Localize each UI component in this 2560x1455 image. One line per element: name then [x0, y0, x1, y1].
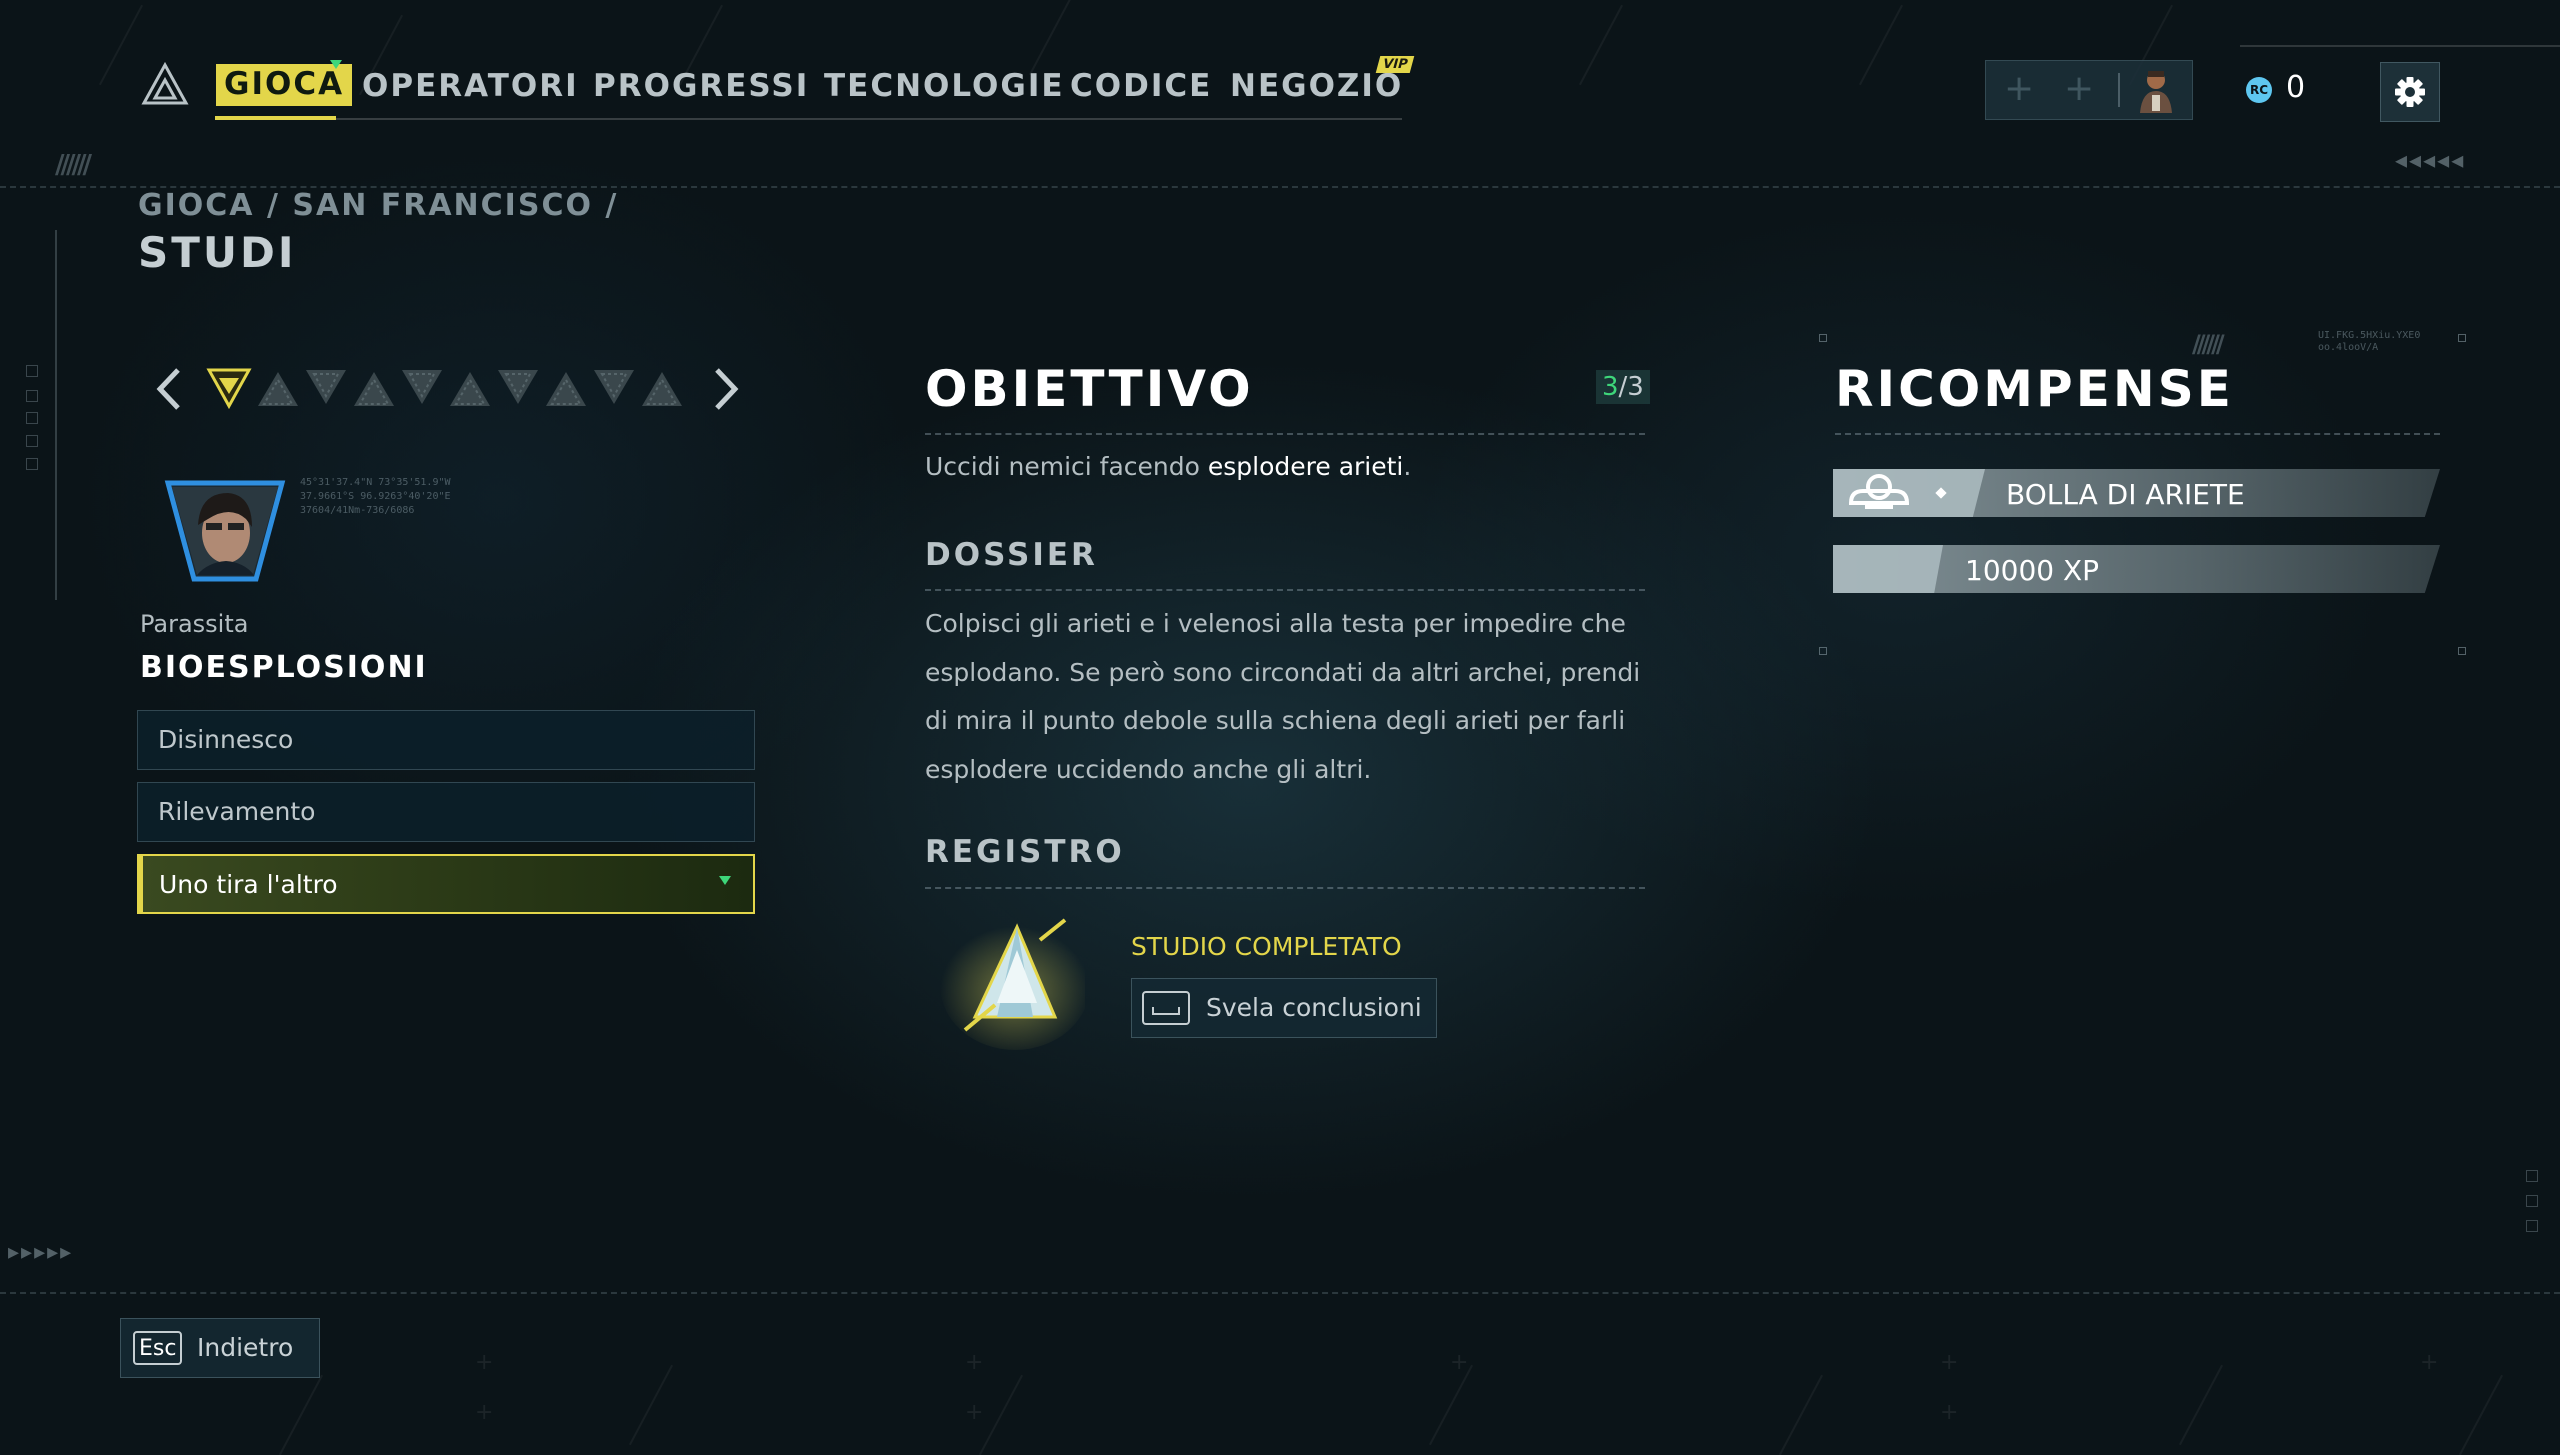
bubble-icon [1843, 473, 1913, 517]
nav-tab-tecnologie[interactable]: TECNOLOGIE [824, 68, 1065, 104]
party-divider [2118, 73, 2120, 107]
study-item-label: Disinnesco [158, 725, 294, 754]
back-label: Indietro [197, 1333, 294, 1362]
nav-tab-codice[interactable]: CODICE [1070, 68, 1212, 104]
study-selector-icon[interactable] [638, 366, 686, 410]
reward-item-bubble[interactable]: BOLLA DI ARIETE [1833, 469, 2440, 517]
chevron-down-icon [719, 876, 731, 885]
back-button[interactable]: Esc Indietro [120, 1318, 320, 1378]
nav-tab-negozio[interactable]: NEGOZIO [1230, 68, 1403, 104]
decor-square [2526, 1170, 2538, 1182]
vip-badge: VIP [1375, 56, 1415, 73]
study-selector-icon[interactable] [398, 366, 446, 410]
study-selector-icon[interactable] [494, 366, 542, 410]
currency-icon: RC [2246, 77, 2272, 103]
decor-square [26, 435, 38, 447]
study-selector-icon[interactable] [542, 366, 590, 410]
party-panel[interactable]: + + [1985, 60, 2193, 120]
reveal-conclusions-label: Svela conclusioni [1206, 993, 1422, 1022]
empty-party-slot-icon[interactable]: + [2064, 71, 2094, 107]
crystal-icon [925, 905, 1090, 1055]
study-selector-icon[interactable] [254, 366, 302, 410]
new-indicator-icon [330, 60, 342, 69]
reward-icon-slot [1833, 545, 1943, 593]
decor-square [26, 412, 38, 424]
objective-title: OBIETTIVO [925, 360, 1254, 418]
top-decor-line [2240, 45, 2560, 47]
study-selector-icon[interactable] [446, 366, 494, 410]
study-item-label: Rilevamento [158, 797, 316, 826]
divider [925, 433, 1645, 435]
decor-square [2526, 1195, 2538, 1207]
decor-square [26, 390, 38, 402]
study-item-uno-tira-laltro[interactable]: Uno tira l'altro [137, 854, 755, 914]
selected-flag [137, 854, 143, 914]
registro-title: REGISTRO [925, 834, 1125, 870]
decor-square [2526, 1220, 2538, 1232]
game-logo-icon[interactable] [140, 60, 190, 110]
study-category: Parassita [140, 610, 249, 638]
corner-decor [2458, 334, 2466, 342]
divider [925, 887, 1645, 889]
arrows-decor-left: ▸▸▸▸▸ [8, 1240, 74, 1265]
esc-key-icon: Esc [133, 1331, 183, 1365]
corner-decor [1819, 647, 1827, 655]
currency-amount: 0 [2286, 70, 2306, 105]
nav-active-indicator [215, 116, 336, 120]
hatch-decor: ////// [2192, 330, 2225, 358]
nav-underline [215, 118, 1402, 120]
hatch-decor: ////// [55, 150, 92, 180]
study-item-rilevamento[interactable]: Rilevamento [137, 782, 755, 842]
corner-decor [2458, 647, 2466, 655]
study-item-label: Uno tira l'altro [159, 870, 338, 899]
player-avatar[interactable] [2126, 65, 2186, 115]
study-selector-icon[interactable] [590, 366, 638, 410]
reward-item-xp[interactable]: 10000 XP [1833, 545, 2440, 593]
nav-tab-gioca[interactable]: GIOCA [216, 64, 353, 106]
divider [925, 589, 1645, 591]
nav-tab-operatori[interactable]: OPERATORI [362, 68, 579, 104]
gear-icon [2395, 77, 2425, 107]
reveal-conclusions-button[interactable]: Svela conclusioni [1131, 978, 1437, 1038]
dossier-title: DOSSIER [925, 537, 1098, 573]
divider [1835, 433, 2440, 435]
study-selector-active-icon[interactable] [205, 366, 253, 410]
code-decor: UI.FKG.5HXiu.YXE0 oo.4looV/A [2318, 330, 2421, 353]
rewards-title: RICOMPENSE [1835, 360, 2234, 418]
arrows-decor-right: ◂◂◂◂◂ [2395, 146, 2466, 174]
study-group-title: BIOESPLOSIONI [140, 650, 428, 685]
breadcrumb: GIOCA / SAN FRANCISCO / [138, 188, 619, 223]
nav-tab-progressi[interactable]: PROGRESSI [593, 68, 809, 104]
reward-label: 10000 XP [1965, 554, 2100, 587]
study-selector-icon[interactable] [350, 366, 398, 410]
side-decor-line [55, 230, 57, 600]
reward-label: BOLLA DI ARIETE [2006, 478, 2245, 511]
study-status: STUDIO COMPLETATO [1131, 932, 1402, 961]
divider-bottom [0, 1292, 2560, 1294]
operator-portrait [160, 475, 290, 587]
objective-text: Uccidi nemici facendo esplodere arieti. [925, 452, 1412, 481]
objective-progress: 3/3 [1596, 370, 1650, 404]
chevron-left-icon[interactable] [150, 362, 190, 416]
chevron-right-icon[interactable] [705, 362, 745, 416]
decor-square [26, 458, 38, 470]
empty-party-slot-icon[interactable]: + [2004, 71, 2034, 107]
corner-decor [1819, 334, 1827, 342]
page-title: STUDI [138, 228, 297, 277]
decor-square [26, 365, 38, 377]
settings-button[interactable] [2380, 62, 2440, 122]
spacebar-key-icon [1142, 991, 1190, 1025]
coordinates-readout: 45°31'37.4"N 73°35'51.9"W 37.9661°S 96.9… [300, 477, 451, 516]
study-item-disinnesco[interactable]: Disinnesco [137, 710, 755, 770]
dossier-text: Colpisci gli arieti e i velenosi alla te… [925, 609, 1641, 784]
study-selector-icon[interactable] [302, 366, 350, 410]
